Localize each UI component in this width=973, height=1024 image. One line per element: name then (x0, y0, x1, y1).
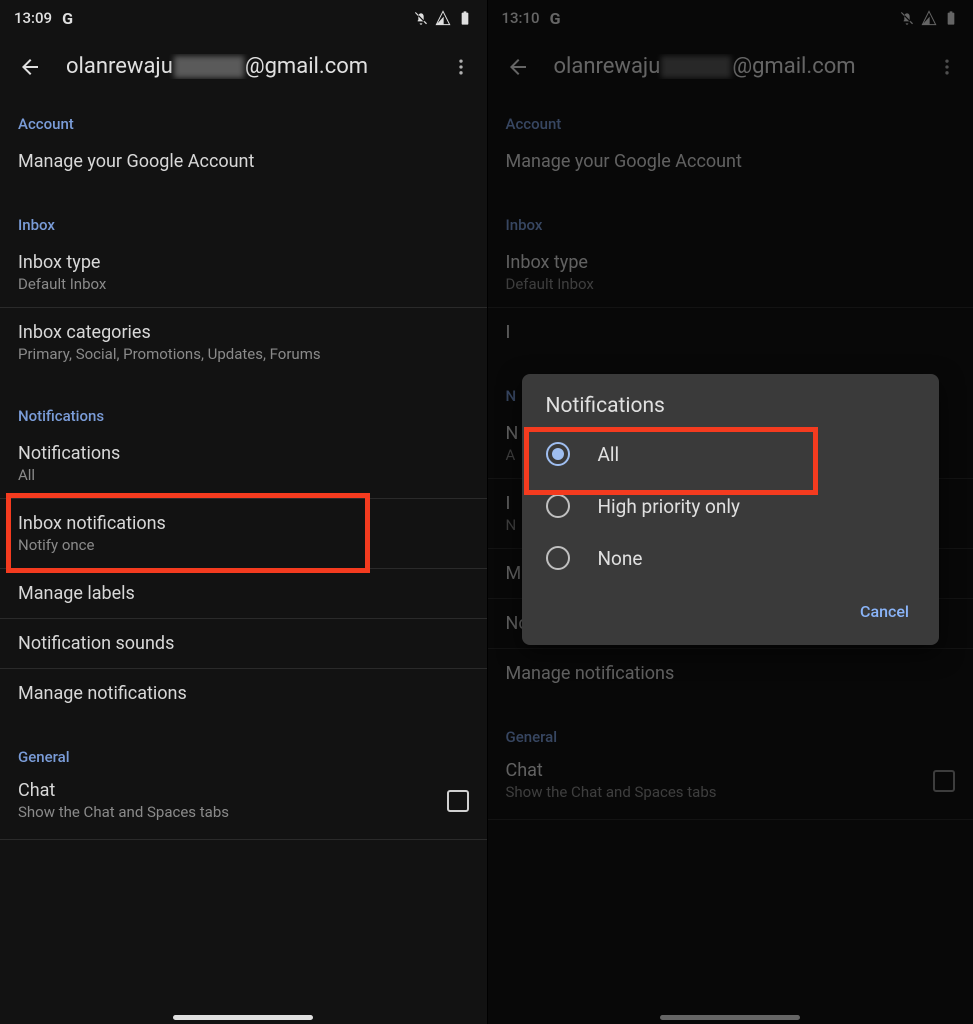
app-bar: olanrewaju @gmail.com (0, 36, 487, 97)
radio-icon (546, 442, 570, 466)
inbox-notifications-item[interactable]: Inbox notifications Notify once (0, 499, 487, 568)
chat-sub: Show the Chat and Spaces tabs (18, 803, 447, 821)
notification-sounds-title: Notification sounds (18, 633, 469, 654)
section-header-general: General (0, 730, 487, 770)
manage-account-item[interactable]: Manage your Google Account (0, 137, 487, 186)
chat-text: Chat Show the Chat and Spaces tabs (18, 780, 447, 821)
status-time: 13:09 (14, 9, 52, 27)
manage-notifications-item[interactable]: Manage notifications (0, 669, 487, 718)
radio-label-none: None (598, 547, 643, 570)
account-email-title: olanrewaju @gmail.com (66, 54, 425, 79)
radio-option-all[interactable]: All (522, 428, 940, 480)
radio-label-high-priority: High priority only (598, 495, 741, 518)
inbox-notifications-title: Inbox notifications (18, 513, 469, 534)
more-button[interactable] (449, 55, 473, 79)
screen-right: 13:10 G olanrewaju @gmail.com (487, 0, 973, 1024)
manage-labels-item[interactable]: Manage labels (0, 569, 487, 618)
section-header-account: Account (0, 97, 487, 137)
inbox-categories-title: Inbox categories (18, 322, 469, 343)
dialog-actions: Cancel (522, 584, 940, 637)
inbox-categories-sub: Primary, Social, Promotions, Updates, Fo… (18, 345, 469, 363)
divider (0, 839, 487, 840)
chat-title: Chat (18, 780, 447, 801)
radio-option-high-priority[interactable]: High priority only (522, 480, 940, 532)
email-prefix: olanrewaju (66, 54, 173, 79)
back-button[interactable] (18, 55, 42, 79)
inbox-notifications-sub: Notify once (18, 536, 469, 554)
nav-bar[interactable] (173, 1015, 313, 1020)
radio-icon (546, 546, 570, 570)
dialog-title: Notifications (522, 394, 940, 428)
email-suffix: @gmail.com (245, 54, 368, 79)
inbox-categories-item[interactable]: Inbox categories Primary, Social, Promot… (0, 308, 487, 377)
settings-content: Account Manage your Google Account Inbox… (0, 97, 487, 840)
notifications-dialog: Notifications All High priority only Non… (522, 374, 940, 645)
battery-icon (457, 10, 473, 26)
manage-labels-title: Manage labels (18, 583, 469, 604)
notifications-item[interactable]: Notifications All (0, 429, 487, 498)
status-right (413, 10, 473, 26)
radio-icon (546, 494, 570, 518)
radio-option-none[interactable]: None (522, 532, 940, 584)
inbox-type-title: Inbox type (18, 252, 469, 273)
notifications-title: Notifications (18, 443, 469, 464)
google-logo-icon: G (62, 9, 73, 28)
notifications-sub: All (18, 466, 469, 484)
signal-icon (435, 10, 451, 26)
chat-item[interactable]: Chat Show the Chat and Spaces tabs (0, 770, 487, 839)
inbox-type-sub: Default Inbox (18, 275, 469, 293)
screen-left: 13:09 G olanrewaju @gmail.com (0, 0, 487, 1024)
manage-account-title: Manage your Google Account (18, 151, 469, 172)
chat-checkbox[interactable] (447, 790, 469, 812)
radio-label-all: All (598, 443, 620, 466)
section-header-inbox: Inbox (0, 198, 487, 238)
dnd-icon (413, 10, 429, 26)
inbox-type-item[interactable]: Inbox type Default Inbox (0, 238, 487, 307)
email-obscured (174, 56, 244, 78)
manage-notifications-title: Manage notifications (18, 683, 469, 704)
section-header-notifications: Notifications (0, 389, 487, 429)
status-bar: 13:09 G (0, 0, 487, 36)
cancel-button[interactable]: Cancel (850, 594, 919, 629)
status-left: 13:09 G (14, 9, 73, 28)
notification-sounds-item[interactable]: Notification sounds (0, 619, 487, 668)
